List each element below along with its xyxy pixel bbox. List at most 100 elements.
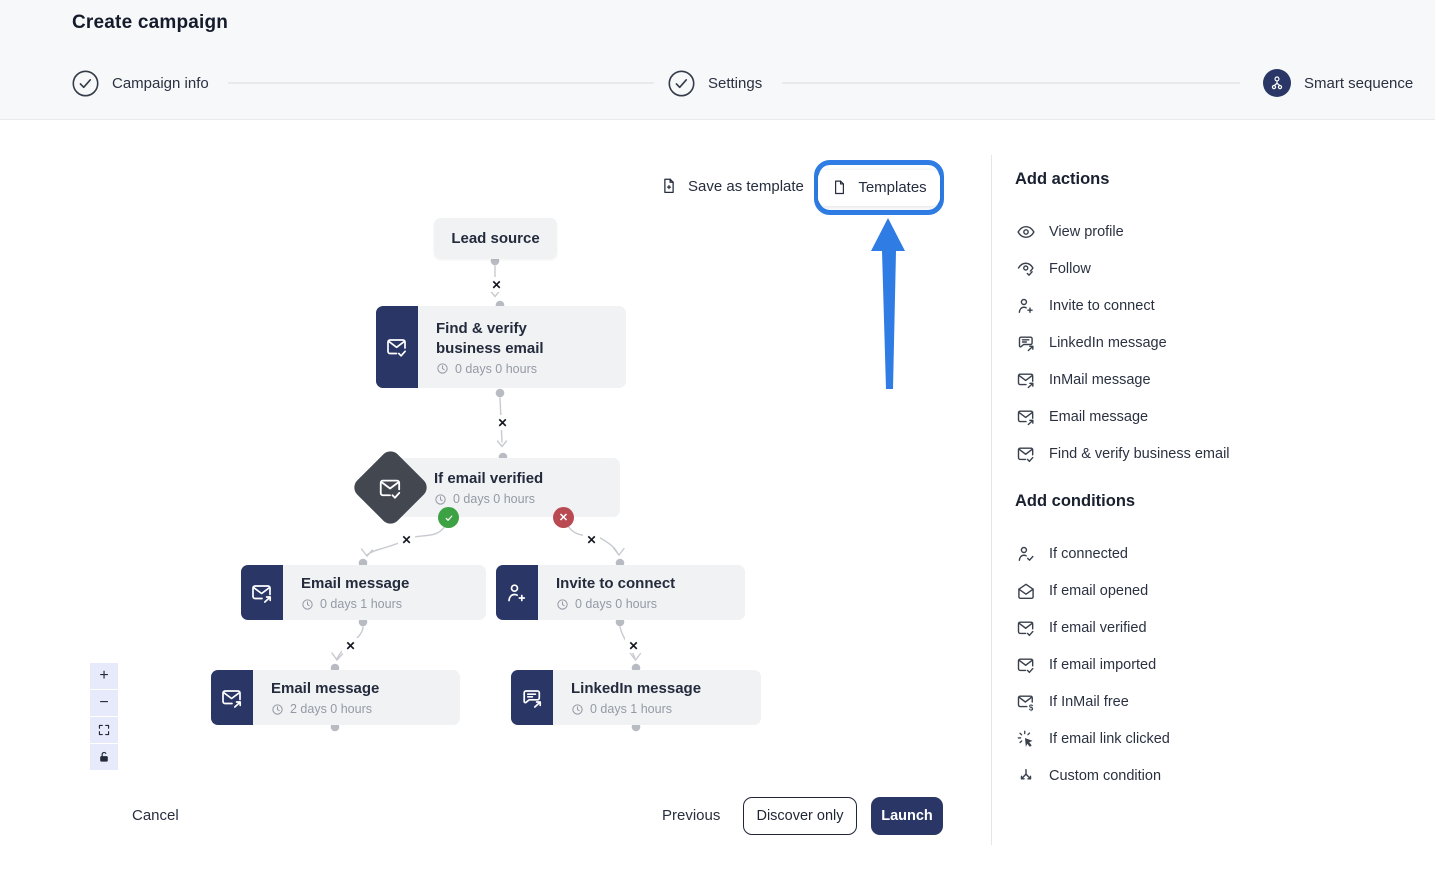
step-settings[interactable]: Settings xyxy=(668,68,762,98)
save-as-template-label: Save as template xyxy=(688,178,804,195)
add-conditions-title: Add conditions xyxy=(1015,492,1415,511)
person-check-icon xyxy=(1015,544,1037,564)
envelope-arrow-icon xyxy=(1015,370,1037,390)
condition-item-if-email-verified[interactable]: If email verified xyxy=(1015,609,1415,646)
step-label: Smart sequence xyxy=(1304,75,1413,92)
actions-list: View profile Follow Invite to connect Li… xyxy=(1015,213,1415,472)
clock-icon xyxy=(571,703,584,716)
step-done-icon xyxy=(668,70,695,97)
clock-icon xyxy=(436,362,449,375)
templates-button[interactable]: Templates xyxy=(818,170,939,206)
page-title: Create campaign xyxy=(72,12,228,34)
node-title: Invite to connect xyxy=(556,574,675,594)
step-label: Settings xyxy=(708,75,762,92)
discover-only-button[interactable]: Discover only xyxy=(743,797,857,835)
node-title: LinkedIn message xyxy=(571,679,701,699)
step-campaign-info[interactable]: Campaign info xyxy=(72,68,209,98)
remove-edge-icon[interactable]: ✕ xyxy=(398,532,415,547)
node-invite-to-connect[interactable]: Invite to connect 0 days 0 hours xyxy=(496,565,745,620)
node-lead-source[interactable]: Lead source xyxy=(434,218,557,259)
lock-icon xyxy=(97,750,111,764)
remove-edge-icon[interactable]: ✕ xyxy=(494,415,511,430)
zoom-out-button[interactable]: − xyxy=(90,690,118,716)
node-delay: 2 days 0 hours xyxy=(271,702,379,716)
node-title: Lead source xyxy=(451,230,539,247)
envelope-dollar-icon xyxy=(1015,692,1037,712)
step-connector xyxy=(782,82,1240,84)
node-delay: 0 days 0 hours xyxy=(434,492,543,506)
node-find-verify-email[interactable]: Find & verify business email 0 days 0 ho… xyxy=(376,306,626,388)
expand-icon xyxy=(97,723,111,737)
envelope-check-icon xyxy=(1015,655,1037,675)
envelope-check-icon xyxy=(378,475,404,501)
eye-check-icon xyxy=(1015,259,1037,279)
launch-button[interactable]: Launch xyxy=(871,797,943,835)
remove-edge-icon[interactable]: ✕ xyxy=(583,532,600,547)
condition-item-if-inmail-free[interactable]: If InMail free xyxy=(1015,683,1415,720)
add-actions-title: Add actions xyxy=(1015,170,1415,189)
person-plus-icon xyxy=(1015,296,1037,316)
remove-edge-icon[interactable]: ✕ xyxy=(625,638,642,653)
node-title: If email verified xyxy=(434,469,543,489)
node-delay: 0 days 0 hours xyxy=(556,597,675,611)
clock-icon xyxy=(556,598,569,611)
node-delay: 0 days 1 hours xyxy=(301,597,409,611)
document-plus-icon xyxy=(660,177,678,195)
page-header: Create campaign Campaign info Settings S… xyxy=(0,0,1435,120)
person-plus-icon xyxy=(496,565,538,620)
node-title: Email message xyxy=(271,679,379,699)
chat-arrow-icon xyxy=(1015,333,1037,353)
action-item-inmail-message[interactable]: InMail message xyxy=(1015,361,1415,398)
envelope-arrow-icon xyxy=(241,565,283,620)
node-delay: 0 days 1 hours xyxy=(571,702,701,716)
cursor-click-icon xyxy=(1015,729,1037,749)
canvas-zoom-panel: + − xyxy=(90,663,118,770)
branch-success-icon xyxy=(438,507,459,528)
remove-edge-icon[interactable]: ✕ xyxy=(342,638,359,653)
branch-fail-icon: ✕ xyxy=(553,507,574,528)
zoom-in-button[interactable]: + xyxy=(90,663,118,689)
action-item-linkedin-message[interactable]: LinkedIn message xyxy=(1015,324,1415,361)
remove-edge-icon[interactable]: ✕ xyxy=(488,277,505,292)
step-done-icon xyxy=(72,70,99,97)
eye-icon xyxy=(1015,222,1037,242)
step-smart-sequence[interactable]: Smart sequence xyxy=(1263,68,1413,98)
smart-sequence-icon xyxy=(1263,69,1291,97)
cancel-button[interactable]: Cancel xyxy=(132,807,179,824)
action-item-find-verify-email[interactable]: Find & verify business email xyxy=(1015,435,1415,472)
step-connector xyxy=(228,82,654,84)
templates-label: Templates xyxy=(858,179,926,196)
action-item-invite-to-connect[interactable]: Invite to connect xyxy=(1015,287,1415,324)
node-title: Find & verify business email xyxy=(436,319,554,359)
node-linkedin-message[interactable]: LinkedIn message 0 days 1 hours xyxy=(511,670,761,725)
condition-item-if-connected[interactable]: If connected xyxy=(1015,535,1415,572)
condition-item-if-email-opened[interactable]: If email opened xyxy=(1015,572,1415,609)
node-email-message-2[interactable]: Email message 2 days 0 hours xyxy=(211,670,460,725)
action-item-view-profile[interactable]: View profile xyxy=(1015,213,1415,250)
envelope-open-icon xyxy=(1015,581,1037,601)
clock-icon xyxy=(434,493,447,506)
action-item-follow[interactable]: Follow xyxy=(1015,250,1415,287)
action-item-email-message[interactable]: Email message xyxy=(1015,398,1415,435)
lock-button[interactable] xyxy=(90,744,118,770)
envelope-arrow-icon xyxy=(1015,407,1037,427)
clock-icon xyxy=(271,703,284,716)
envelope-check-icon xyxy=(1015,618,1037,638)
branch-icon xyxy=(1015,766,1037,786)
create-campaign-page: Create campaign Campaign info Settings S… xyxy=(0,0,1435,886)
step-label: Campaign info xyxy=(112,75,209,92)
conditions-list: If connected If email opened If email ve… xyxy=(1015,535,1415,794)
chat-arrow-icon xyxy=(511,670,553,725)
node-delay: 0 days 0 hours xyxy=(436,362,554,376)
condition-item-if-email-link-clicked[interactable]: If email link clicked xyxy=(1015,720,1415,757)
sidebar-divider xyxy=(991,155,992,845)
condition-item-if-email-imported[interactable]: If email imported xyxy=(1015,646,1415,683)
condition-item-custom-condition[interactable]: Custom condition xyxy=(1015,757,1415,794)
save-as-template-button[interactable]: Save as template xyxy=(660,177,804,195)
node-email-message-1[interactable]: Email message 0 days 1 hours xyxy=(241,565,486,620)
add-actions-sidebar: Add actions View profile Follow Invite t… xyxy=(1015,170,1415,794)
tutorial-pointer-arrow xyxy=(871,218,905,389)
previous-button[interactable]: Previous xyxy=(662,807,720,824)
envelope-arrow-icon xyxy=(211,670,253,725)
fit-view-button[interactable] xyxy=(90,717,118,743)
